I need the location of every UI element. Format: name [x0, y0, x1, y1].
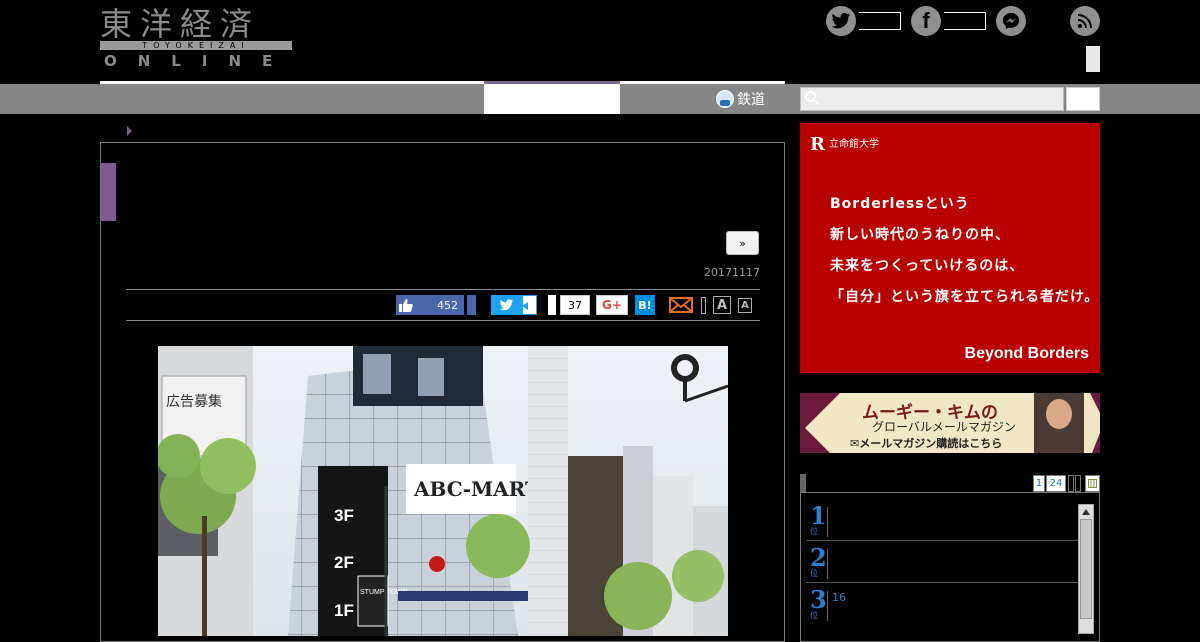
search-input[interactable]	[800, 87, 1064, 111]
ad-kim-face	[1046, 399, 1072, 429]
rank-title: 16	[832, 591, 846, 604]
search-icon	[804, 90, 822, 108]
photo-floor-1: 1F	[334, 601, 354, 620]
share-top-rule	[126, 289, 760, 290]
article-photo: 広告募集 ABC-MART 3F 2F 1F STUMP TOWN	[158, 346, 728, 636]
ad-ritsumeikan[interactable]: R 立命館大学 Borderlessという 新しい時代のうねりの中、 未来をつく…	[800, 123, 1100, 373]
ranking-header-bar	[800, 474, 806, 492]
share-separator	[701, 297, 706, 314]
photo-sign-left: 広告募集	[166, 393, 222, 410]
ad-copy-line: 未来をつくっていけるのは、	[830, 258, 1025, 274]
photo-floor-3: 3F	[334, 506, 354, 525]
rss-icon[interactable]	[1070, 6, 1100, 36]
tweet-button[interactable]	[491, 295, 522, 315]
photo-floor-2: 2F	[334, 553, 354, 572]
photo-store-sign: ABC-MART	[413, 477, 540, 501]
font-size-large-button[interactable]: A	[713, 296, 731, 314]
rank-divider	[827, 549, 828, 579]
logo-kanji: 東洋経済	[100, 5, 261, 43]
more-button[interactable]: »	[726, 231, 759, 255]
site-logo[interactable]: 東洋経済 TOYOKEIZAI ONLINE	[100, 6, 296, 72]
article-category-tab	[101, 163, 116, 221]
ad-ritsumeikan-tagline: Beyond Borders	[964, 345, 1089, 362]
train-icon	[716, 90, 734, 108]
bookmark-count-marker	[548, 295, 556, 315]
ritsumeikan-logo-name: 立命館大学	[828, 139, 879, 150]
nav-item-rail[interactable]: 鉄道	[716, 88, 765, 110]
ad-copy-line: Borderlessという	[830, 196, 970, 212]
logo-band: TOYOKEIZAI	[100, 41, 292, 50]
font-size-small-button[interactable]: A	[738, 298, 752, 313]
rank-divider	[827, 507, 828, 537]
nav-tab-active[interactable]	[484, 84, 620, 114]
rank-suffix: 位	[810, 527, 818, 536]
ad-copy-line: 新しい時代のうねりの中、	[830, 227, 1010, 243]
bookmark-count: 37	[560, 295, 590, 315]
rank-suffix: 位	[810, 569, 818, 578]
ad-ritsumeikan-copy: Borderlessという 新しい時代のうねりの中、 未来をつくっていけるのは、…	[830, 189, 1099, 313]
facebook-icon[interactable]: f	[911, 6, 941, 36]
scrollbar-thumb[interactable]	[1080, 519, 1092, 619]
ranking-tab-blank-1[interactable]	[1068, 475, 1074, 492]
tweet-count-box	[522, 295, 537, 315]
ranking-item[interactable]: 2 位	[806, 545, 1078, 583]
facebook-like-button[interactable]: 452	[396, 295, 464, 315]
search-button[interactable]	[1066, 87, 1100, 111]
messenger-icon[interactable]	[996, 6, 1026, 36]
nav-item-rail-label: 鉄道	[737, 92, 765, 108]
ranking-tab-blank-2[interactable]	[1075, 475, 1081, 492]
ad-mail-magazine[interactable]: ムーギー・キムの グローバルメールマガジン ✉メールマガジン購読はこちら	[800, 393, 1100, 453]
logo-online: ONLINE	[104, 52, 294, 70]
twitter-count-box	[859, 12, 901, 30]
hatena-bookmark-button[interactable]: B!	[635, 295, 655, 315]
ranking-tab-1[interactable]: 1	[1033, 475, 1045, 492]
breadcrumb-arrow-icon	[127, 126, 132, 136]
facebook-count-box	[944, 12, 986, 30]
header-small-button[interactable]	[1086, 46, 1100, 72]
rank-divider	[827, 591, 828, 621]
ranking-item[interactable]: 1 位	[806, 503, 1078, 541]
google-plus-button[interactable]: G+	[596, 295, 628, 315]
ad-ritsumeikan-logo: R 立命館大学	[810, 135, 879, 155]
like-share-button[interactable]	[467, 295, 476, 315]
share-bottom-rule	[126, 320, 760, 321]
scroll-up-icon[interactable]	[1082, 509, 1090, 515]
rank-suffix: 位	[810, 611, 818, 620]
ranking-item[interactable]: 3 位 16	[806, 587, 1078, 625]
ritsumeikan-logo-mark: R	[810, 134, 825, 155]
twitter-icon[interactable]	[826, 6, 856, 36]
mail-icon[interactable]	[668, 295, 694, 315]
article-date: 20171117	[704, 266, 760, 279]
like-count: 452	[437, 298, 458, 312]
ranking-tab-24[interactable]: 24	[1046, 475, 1066, 492]
ad-kim-cta: ✉メールマガジン購読はこちら	[850, 437, 1003, 450]
ranking-tab-more[interactable]	[1085, 475, 1100, 492]
ad-copy-line: 「自分」という旗を立てられる者だけ。	[830, 289, 1100, 305]
ad-kim-subtitle: グローバルメールマガジン	[872, 420, 1016, 434]
ranking-scrollbar[interactable]	[1078, 504, 1094, 634]
thumbs-up-icon	[396, 295, 416, 315]
